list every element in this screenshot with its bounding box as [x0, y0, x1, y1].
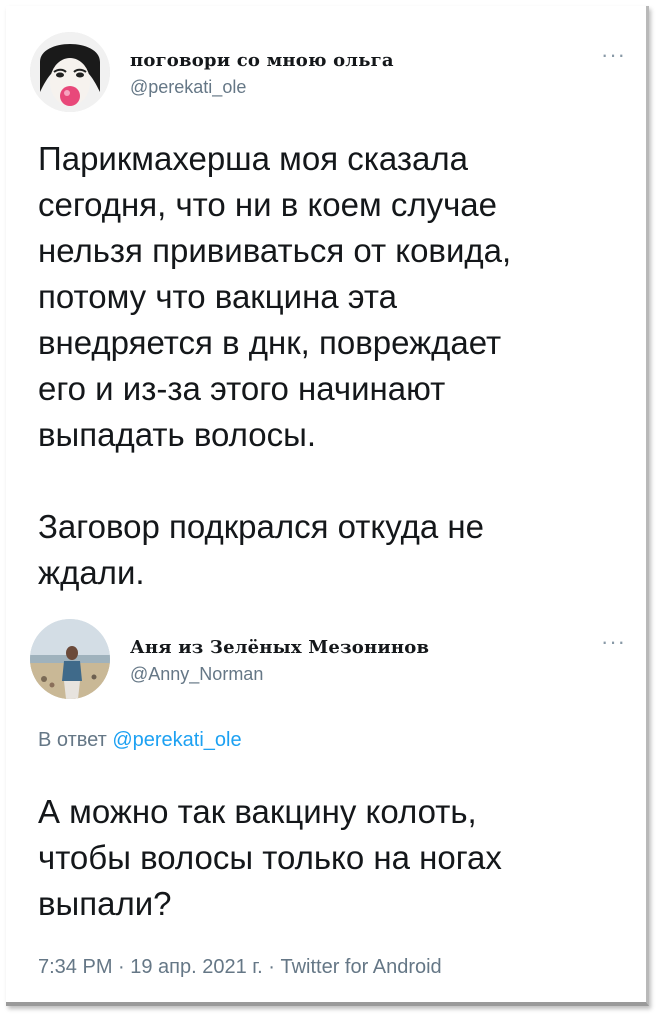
reply-header: Аня из Зелёных Мезонинов @Anny_Norman ··…	[30, 619, 630, 699]
author-display-name[interactable]: поговори со мною ольга	[130, 50, 394, 71]
in-reply-to-handle-link[interactable]: @perekati_ole	[112, 729, 241, 751]
more-options-icon[interactable]: ···	[601, 44, 626, 66]
avatar[interactable]	[30, 619, 110, 699]
in-reply-to: В ответ @perekati_ole	[38, 729, 242, 752]
reply-author-names: Аня из Зелёных Мезонинов @Anny_Norman	[130, 637, 429, 685]
tweet-metadata: 7:34 PM · 19 апр. 2021 г. · Twitter for …	[38, 956, 442, 978]
reply-author-display-name[interactable]: Аня из Зелёных Мезонинов	[130, 637, 429, 658]
tweet-text: Парикмахерша моя сказала сегодня, что ни…	[38, 140, 512, 591]
tweet-header: поговори со мною ольга @perekati_ole ···	[30, 32, 630, 112]
screenshot-frame: поговори со мною ольга @perekati_ole ···…	[6, 6, 649, 1006]
avatar-beach-photo	[30, 619, 110, 699]
avatar[interactable]	[30, 32, 110, 112]
author-handle[interactable]: @perekati_ole	[130, 77, 394, 98]
reply-text: А можно так вакцину колоть, чтобы волосы…	[38, 793, 502, 922]
in-reply-to-label: В ответ	[38, 729, 107, 751]
author-names: поговори со мною ольга @perekati_ole	[130, 50, 394, 98]
reply-author-handle[interactable]: @Anny_Norman	[130, 664, 429, 685]
avatar-portrait	[30, 32, 110, 112]
more-options-icon[interactable]: ···	[601, 631, 626, 653]
